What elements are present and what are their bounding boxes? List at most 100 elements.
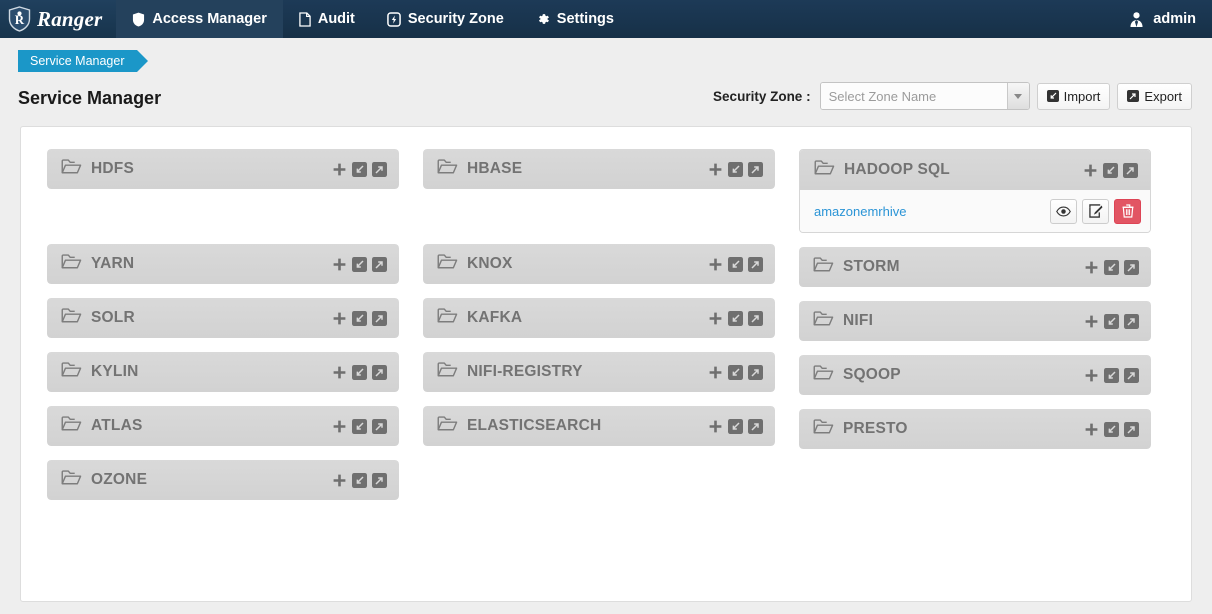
export-service-button[interactable]	[372, 310, 387, 326]
export-service-button[interactable]	[748, 310, 763, 326]
ranger-logo[interactable]: R Ranger	[0, 0, 117, 38]
import-service-button[interactable]	[1104, 259, 1119, 275]
export-service-button[interactable]	[372, 364, 387, 380]
export-service-button[interactable]	[748, 418, 763, 434]
service-panel: NIFI	[799, 301, 1151, 341]
export-service-button[interactable]	[372, 256, 387, 272]
breadcrumb-label: Service Manager	[30, 54, 125, 68]
service-panel: KNOX	[423, 244, 775, 284]
service-panel-actions	[332, 364, 387, 380]
add-service-button[interactable]	[1083, 163, 1098, 178]
service-column: HDFS YARN SOLR KYLIN ATLAS OZONE	[47, 149, 399, 514]
import-service-button[interactable]	[728, 364, 743, 380]
service-panel-actions	[708, 256, 763, 272]
user-menu[interactable]: admin	[1112, 0, 1212, 38]
import-service-button[interactable]	[352, 418, 367, 434]
import-service-button[interactable]	[728, 310, 743, 326]
add-service-button[interactable]	[1084, 422, 1099, 437]
file-icon	[299, 11, 311, 27]
service-panel-actions	[708, 364, 763, 380]
import-service-button[interactable]	[1104, 421, 1119, 437]
import-service-button[interactable]	[352, 310, 367, 326]
import-service-button[interactable]	[352, 161, 367, 177]
export-button[interactable]: Export	[1117, 82, 1192, 110]
page-title: Service Manager	[18, 88, 162, 108]
export-service-button[interactable]	[1124, 259, 1139, 275]
service-manager-card: HDFS YARN SOLR KYLIN ATLAS OZONE HBASE K…	[20, 126, 1192, 602]
add-service-button[interactable]	[708, 257, 723, 272]
add-service-button[interactable]	[1084, 368, 1099, 383]
delete-service-button[interactable]	[1114, 198, 1141, 224]
service-column: HBASE KNOX KAFKA NIFI-REGISTRY ELASTICSE…	[423, 149, 775, 514]
nav-label: Audit	[317, 11, 355, 27]
add-service-button[interactable]	[332, 473, 347, 488]
service-panel-title: KYLIN	[91, 363, 139, 380]
export-service-button[interactable]	[1124, 421, 1139, 437]
service-panel: HADOOP SQL amazonemrhive	[799, 149, 1151, 233]
export-service-button[interactable]	[1124, 367, 1139, 383]
export-service-button[interactable]	[748, 364, 763, 380]
add-service-button[interactable]	[1084, 260, 1099, 275]
export-service-button[interactable]	[372, 418, 387, 434]
folder-icon	[437, 361, 458, 383]
import-service-button[interactable]	[728, 418, 743, 434]
add-service-button[interactable]	[708, 365, 723, 380]
folder-icon	[437, 158, 458, 180]
import-button[interactable]: Import	[1036, 82, 1111, 110]
service-panel: STORM	[799, 247, 1151, 287]
nav-item-settings[interactable]: Settings	[520, 0, 630, 38]
folder-icon	[61, 158, 82, 180]
security-zone-select[interactable]: Select Zone Name	[819, 82, 1030, 110]
security-zone-placeholder: Select Zone Name	[820, 83, 1007, 109]
service-panel-header: KAFKA	[423, 298, 775, 338]
export-service-button[interactable]	[748, 256, 763, 272]
import-service-button[interactable]	[728, 161, 743, 177]
nav-label: Access Manager	[152, 11, 267, 27]
page-toolbar: Security Zone : Select Zone Name Import	[713, 82, 1192, 112]
add-service-button[interactable]	[332, 257, 347, 272]
service-panel-actions	[1084, 421, 1139, 437]
service-name-link[interactable]: amazonemrhive	[814, 204, 907, 219]
folder-icon	[437, 253, 458, 275]
service-panel: NIFI-REGISTRY	[423, 352, 775, 392]
export-service-button[interactable]	[1124, 313, 1139, 329]
breadcrumb-item-service-manager[interactable]: Service Manager	[18, 50, 147, 72]
import-square-icon	[1046, 90, 1059, 102]
service-panel: SOLR	[47, 298, 399, 338]
service-panel-title: YARN	[91, 255, 135, 272]
import-service-button[interactable]	[352, 364, 367, 380]
nav-item-audit[interactable]: Audit	[283, 0, 371, 38]
folder-icon	[437, 415, 458, 437]
export-service-button[interactable]	[372, 161, 387, 177]
service-panel-header: NIFI	[799, 301, 1151, 341]
add-service-button[interactable]	[332, 162, 347, 177]
add-service-button[interactable]	[1084, 314, 1099, 329]
export-service-button[interactable]	[1123, 162, 1138, 178]
view-service-button[interactable]	[1050, 198, 1077, 224]
add-service-button[interactable]	[332, 311, 347, 326]
nav-item-security-zone[interactable]: Security Zone	[371, 0, 520, 38]
export-service-button[interactable]	[748, 161, 763, 177]
service-panel-title: OZONE	[91, 471, 148, 488]
add-service-button[interactable]	[708, 162, 723, 177]
import-service-button[interactable]	[1104, 313, 1119, 329]
import-service-button[interactable]	[1104, 367, 1119, 383]
service-panel-header: STORM	[799, 247, 1151, 287]
service-panel-header: HDFS	[47, 149, 399, 189]
add-service-button[interactable]	[332, 419, 347, 434]
import-service-button[interactable]	[352, 472, 367, 488]
add-service-button[interactable]	[708, 419, 723, 434]
nav-item-access-manager[interactable]: Access Manager	[116, 0, 283, 38]
export-service-button[interactable]	[372, 472, 387, 488]
add-service-button[interactable]	[332, 365, 347, 380]
folder-icon	[813, 418, 834, 440]
service-panel-actions	[332, 161, 387, 177]
add-service-button[interactable]	[708, 311, 723, 326]
chevron-down-icon[interactable]	[1006, 83, 1029, 109]
edit-service-button[interactable]	[1082, 198, 1109, 224]
breadcrumb: Service Manager	[0, 38, 1212, 72]
import-service-button[interactable]	[728, 256, 743, 272]
import-service-button[interactable]	[1103, 162, 1118, 178]
import-service-button[interactable]	[352, 256, 367, 272]
top-navbar: R Ranger Access Manager Audit Security Z…	[0, 0, 1212, 38]
